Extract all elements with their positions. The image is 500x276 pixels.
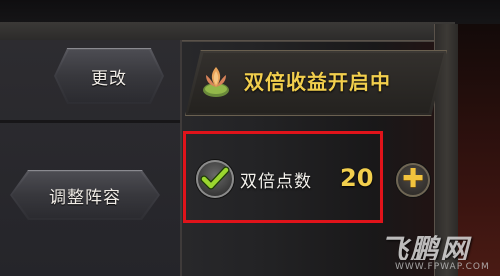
left-panel-divider xyxy=(0,120,180,123)
double-points-value: 20 xyxy=(340,164,374,192)
change-button[interactable]: 更改 xyxy=(54,48,164,104)
frame-top-border xyxy=(0,22,455,41)
double-points-checkbox[interactable] xyxy=(196,160,234,198)
add-points-button[interactable]: ✚ xyxy=(396,163,430,197)
adjust-lineup-button[interactable]: 调整阵容 xyxy=(10,170,160,220)
watermark-logo-text: 飞鹏网 xyxy=(380,233,471,260)
double-income-status-text: 双倍收益开启中 xyxy=(244,70,391,94)
plus-icon: ✚ xyxy=(402,164,424,194)
lotus-icon xyxy=(203,67,229,97)
checkmark-icon xyxy=(200,166,230,190)
adjust-lineup-button-label: 调整阵容 xyxy=(49,187,121,208)
double-points-label: 双倍点数 xyxy=(240,172,312,192)
game-screen: 更改 调整阵容 双倍收益开启中 双倍点数 20 ✚ 飞鹏网 WWW.FPWAP.… xyxy=(0,0,500,276)
change-button-label: 更改 xyxy=(91,68,127,89)
watermark-url: WWW.FPWAP.COM xyxy=(395,262,490,272)
